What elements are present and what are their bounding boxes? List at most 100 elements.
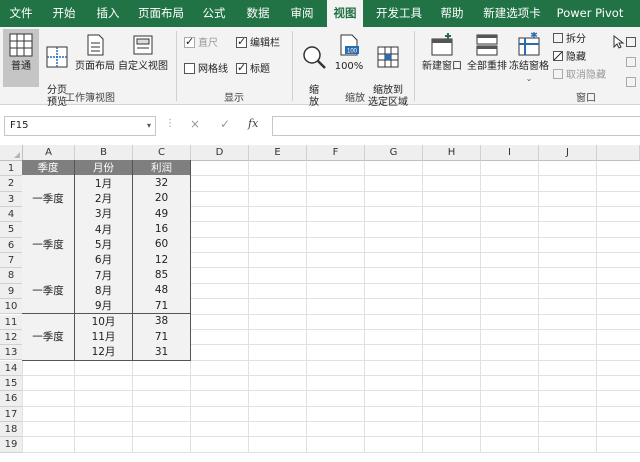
table-header-cell[interactable]: 季度 bbox=[22, 160, 75, 177]
table-header-cell[interactable]: 利润 bbox=[133, 160, 191, 177]
column-header-A[interactable]: A bbox=[23, 145, 75, 161]
column-header-B[interactable]: B bbox=[75, 145, 133, 161]
name-box[interactable]: F15 ▾ bbox=[4, 116, 156, 136]
row-header-18[interactable]: 18 bbox=[0, 421, 23, 438]
tab-new-tab[interactable]: 新建选项卡 bbox=[476, 0, 548, 27]
synchronous-scrolling-icon[interactable] bbox=[626, 57, 636, 67]
row-header-19[interactable]: 19 bbox=[0, 437, 23, 453]
column-header-F[interactable]: F bbox=[307, 145, 365, 161]
tab-review[interactable]: 审阅 bbox=[284, 0, 320, 27]
tab-view[interactable]: 视图 bbox=[327, 0, 363, 27]
month-cell[interactable]: 10月 bbox=[75, 313, 133, 330]
month-cell[interactable]: 4月 bbox=[75, 221, 133, 238]
row-header-16[interactable]: 16 bbox=[0, 391, 23, 407]
custom-views-button[interactable]: 自定义视图 bbox=[117, 29, 169, 87]
quarter-cell[interactable]: 一季度 bbox=[22, 221, 75, 269]
profit-cell[interactable]: 71 bbox=[133, 298, 191, 315]
row-header-15[interactable]: 15 bbox=[0, 375, 23, 392]
column-header-partial[interactable] bbox=[597, 145, 640, 161]
row-header-8[interactable]: 8 bbox=[0, 268, 23, 284]
month-cell[interactable]: 6月 bbox=[75, 252, 133, 269]
tab-data[interactable]: 数据 bbox=[240, 0, 276, 27]
profit-cell[interactable]: 60 bbox=[133, 236, 191, 254]
row-header-14[interactable]: 14 bbox=[0, 360, 23, 376]
zoom-100-button[interactable]: 100 100% bbox=[332, 29, 366, 87]
split-button[interactable]: 拆分 bbox=[553, 33, 586, 46]
month-cell[interactable]: 3月 bbox=[75, 206, 133, 223]
tab-file[interactable]: 文件 bbox=[4, 0, 38, 27]
row-header-13[interactable]: 13 bbox=[0, 345, 23, 361]
column-header-D[interactable]: D bbox=[191, 145, 249, 161]
profit-cell[interactable]: 12 bbox=[133, 252, 191, 269]
formula-input[interactable] bbox=[272, 116, 640, 136]
headings-checkbox[interactable]: 标题 bbox=[236, 61, 270, 76]
profit-cell[interactable]: 16 bbox=[133, 221, 191, 238]
name-box-dropdown-icon[interactable]: ▾ bbox=[147, 117, 151, 135]
quarter-cell[interactable]: 一季度 bbox=[22, 175, 75, 223]
tab-developer[interactable]: 开发工具 bbox=[370, 0, 428, 27]
tab-home[interactable]: 开始 bbox=[46, 0, 82, 27]
month-cell[interactable]: 12月 bbox=[75, 344, 133, 361]
profit-cell[interactable]: 85 bbox=[133, 267, 191, 284]
row-header-11[interactable]: 11 bbox=[0, 314, 23, 330]
ruler-checkbox[interactable]: 直尺 bbox=[184, 35, 218, 50]
hide-button[interactable]: 隐藏 bbox=[553, 51, 586, 64]
profit-cell[interactable]: 38 bbox=[133, 313, 191, 330]
row-header-17[interactable]: 17 bbox=[0, 406, 23, 422]
row-header-9[interactable]: 9 bbox=[0, 283, 23, 300]
tab-power-pivot[interactable]: Power Pivot bbox=[554, 0, 626, 27]
page-break-preview-button[interactable]: 分页 预览 bbox=[40, 29, 74, 108]
row-header-1[interactable]: 1 bbox=[0, 161, 23, 177]
column-header-G[interactable]: G bbox=[365, 145, 423, 161]
column-header-I[interactable]: I bbox=[481, 145, 539, 161]
tab-insert[interactable]: 插入 bbox=[90, 0, 126, 27]
enter-icon[interactable]: ✓ bbox=[220, 117, 230, 131]
month-cell[interactable]: 8月 bbox=[75, 282, 133, 300]
profit-cell[interactable]: 32 bbox=[133, 175, 191, 192]
tab-formulas[interactable]: 公式 bbox=[196, 0, 232, 27]
freeze-panes-button[interactable]: ✱ 冻结窗格 ⌄ bbox=[509, 29, 549, 87]
month-cell[interactable]: 7月 bbox=[75, 267, 133, 284]
insert-function-icon[interactable]: fx bbox=[248, 117, 258, 130]
month-cell[interactable]: 2月 bbox=[75, 190, 133, 208]
row-header-10[interactable]: 10 bbox=[0, 299, 23, 315]
quarter-cell[interactable]: 一季度 bbox=[22, 313, 75, 361]
profit-cell[interactable]: 31 bbox=[133, 344, 191, 361]
arrange-all-button[interactable]: 全部重排 bbox=[465, 29, 509, 87]
worksheet-grid[interactable]: A B C D E F G H I J 1 2 3 4 5 6 7 8 9 10 11 12 13 14 15 16 17 18 19 季… bbox=[0, 145, 640, 462]
profit-cell[interactable]: 20 bbox=[133, 190, 191, 208]
column-header-E[interactable]: E bbox=[249, 145, 307, 161]
quarter-cell[interactable]: 一季度 bbox=[22, 267, 75, 315]
reset-window-position-icon[interactable] bbox=[626, 77, 636, 87]
month-cell[interactable]: 5月 bbox=[75, 236, 133, 254]
profit-cell[interactable]: 49 bbox=[133, 206, 191, 223]
column-header-J[interactable]: J bbox=[539, 145, 597, 161]
column-header-C[interactable]: C bbox=[133, 145, 191, 161]
month-cell[interactable]: 11月 bbox=[75, 328, 133, 346]
zoom-button[interactable]: 缩 放 bbox=[298, 29, 330, 108]
select-all-corner[interactable] bbox=[0, 145, 23, 161]
column-header-H[interactable]: H bbox=[423, 145, 481, 161]
formula-bar-checkbox[interactable]: 编辑栏 bbox=[236, 35, 280, 50]
row-header-7[interactable]: 7 bbox=[0, 253, 23, 269]
normal-view-button[interactable]: 普通 bbox=[3, 29, 39, 87]
view-side-by-side-icon[interactable] bbox=[626, 37, 636, 47]
month-cell[interactable]: 9月 bbox=[75, 298, 133, 315]
zoom-to-selection-button[interactable]: 缩放到 选定区域 bbox=[366, 29, 410, 108]
tab-page-layout[interactable]: 页面布局 bbox=[134, 0, 188, 27]
row-header-4[interactable]: 4 bbox=[0, 207, 23, 223]
new-window-button[interactable]: 新建窗口 bbox=[420, 29, 464, 87]
row-header-5[interactable]: 5 bbox=[0, 222, 23, 238]
profit-cell[interactable]: 48 bbox=[133, 282, 191, 300]
gridlines-checkbox[interactable]: 网格线 bbox=[184, 63, 228, 76]
tab-help[interactable]: 帮助 bbox=[434, 0, 470, 27]
page-layout-view-button[interactable]: 页面布局 bbox=[74, 29, 116, 87]
profit-cell[interactable]: 71 bbox=[133, 328, 191, 346]
unhide-button[interactable]: 取消隐藏 bbox=[553, 69, 606, 82]
table-header-cell[interactable]: 月份 bbox=[75, 160, 133, 177]
month-cell[interactable]: 1月 bbox=[75, 175, 133, 192]
row-header-6[interactable]: 6 bbox=[0, 237, 23, 254]
row-header-12[interactable]: 12 bbox=[0, 329, 23, 346]
row-header-2[interactable]: 2 bbox=[0, 176, 23, 192]
cancel-icon[interactable]: × bbox=[190, 117, 200, 131]
